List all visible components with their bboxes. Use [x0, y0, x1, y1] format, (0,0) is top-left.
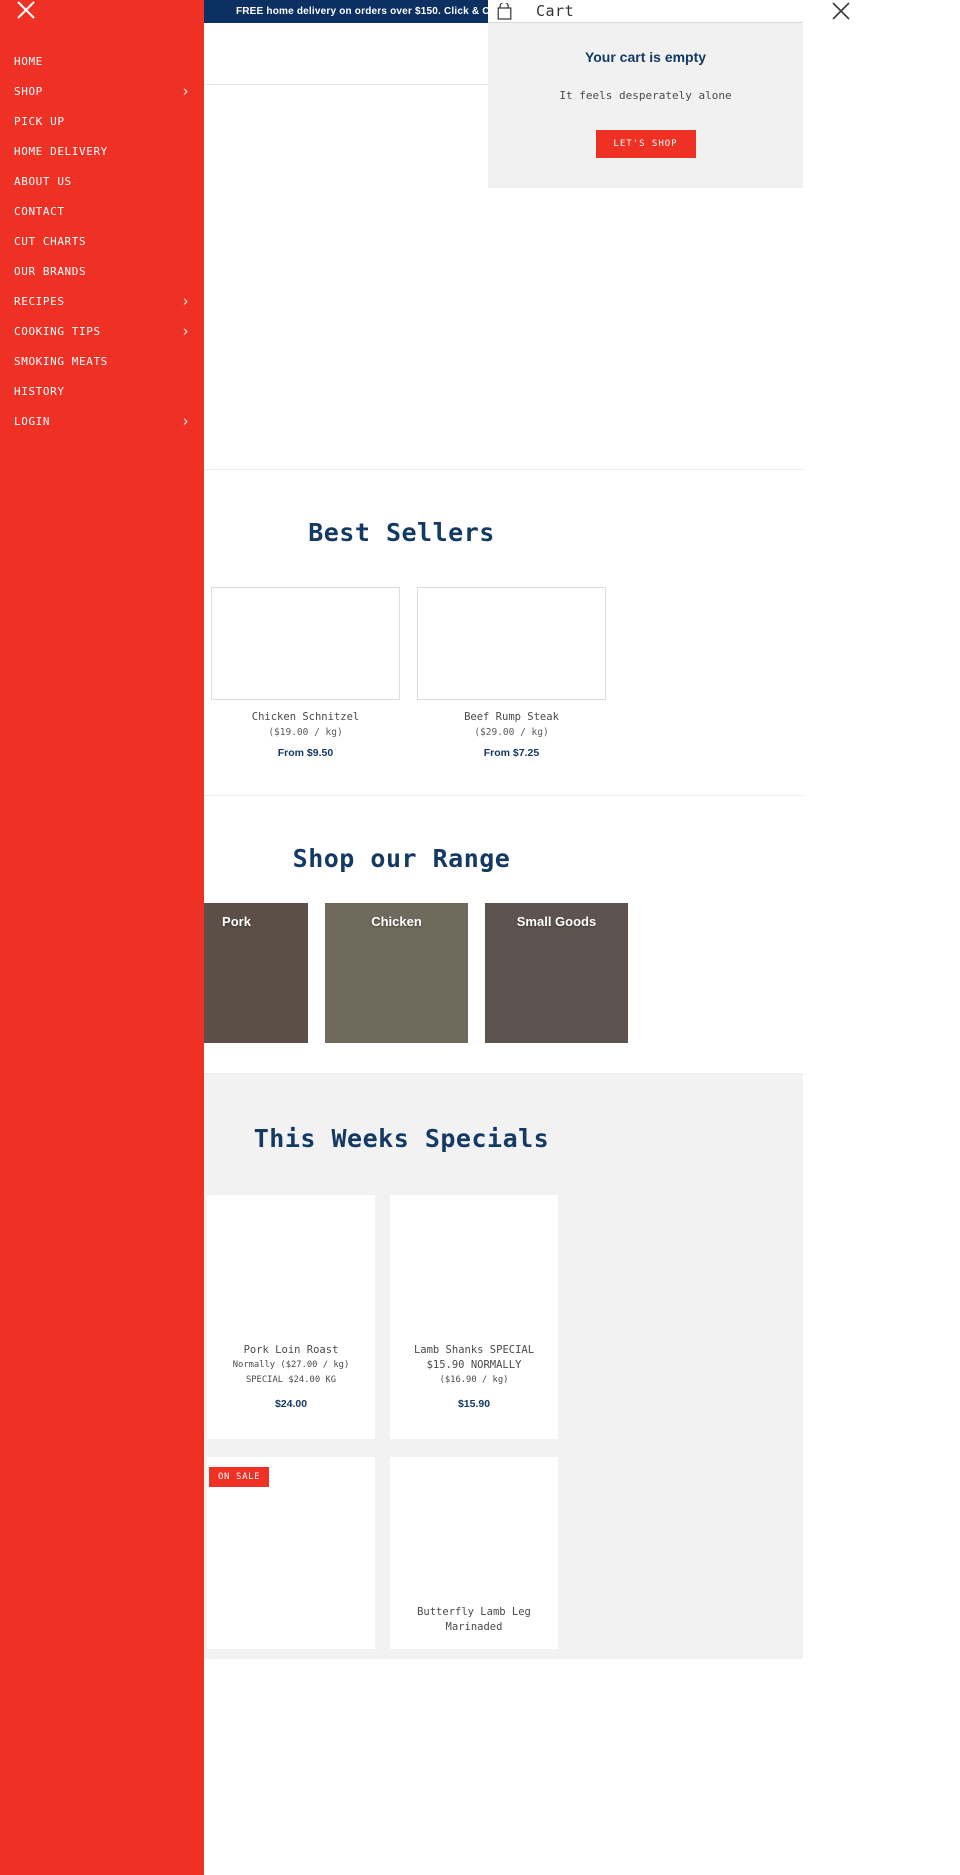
special-subtitle: Normally ($27.00 / kg) SPECIAL $24.00 KG — [232, 1360, 350, 1385]
category-label: Small Goods — [516, 914, 597, 929]
product-card[interactable]: Beef Rump Steak <br><small>($29.00 / kg)… — [417, 587, 606, 759]
sidebar-item-login[interactable]: LOGIN › — [0, 406, 204, 436]
special-price: $15.90 — [457, 1398, 491, 1410]
special-price: $24.00 — [274, 1398, 308, 1410]
sidebar-item-label: SMOKING MEATS — [14, 354, 108, 368]
product-unit-price: ($29.00 / kg) — [474, 727, 549, 738]
category-tile-small-goods[interactable]: Small Goods — [485, 903, 628, 1043]
broken-image-alt-text: Beef Rump Steak <br><small>($29.00 / kg)… — [420, 587, 606, 588]
broken-image-alt-text: Chicken Schnitzel <br><small>($19.00 / k… — [214, 587, 400, 588]
sidebar-item-label: SHOP — [14, 84, 43, 98]
sidebar-item-label: OUR BRANDS — [14, 264, 87, 278]
chevron-right-icon[interactable]: › — [183, 83, 188, 100]
special-card[interactable]: Pork Loin Roast Normally ($27.00 / kg) S… — [207, 1195, 375, 1439]
special-subtitle: ($16.90 / kg) — [439, 1375, 509, 1385]
special-thumbnail[interactable] — [207, 1195, 375, 1343]
sidebar-item-cooking-tips[interactable]: COOKING TIPS › — [0, 316, 204, 346]
category-label: Pork — [222, 914, 251, 929]
product-thumbnail[interactable]: Beef Rump Steak <br><small>($29.00 / kg)… — [417, 587, 606, 700]
chevron-right-icon[interactable]: › — [183, 413, 188, 430]
cart-header: Cart — [488, 0, 850, 23]
special-name: Pork Loin Roast — [243, 1344, 339, 1356]
category-tile-chicken[interactable]: Chicken — [325, 903, 468, 1043]
cart-title: Cart — [536, 2, 575, 20]
close-icon[interactable] — [14, 0, 38, 22]
sidebar-item-pick-up[interactable]: PICK UP — [0, 106, 204, 136]
product-price: From $7.25 — [483, 747, 540, 759]
sidebar-item-label: ABOUT US — [14, 174, 72, 188]
sidebar-item-label: HISTORY — [14, 384, 65, 398]
sidebar-item-recipes[interactable]: RECIPES › — [0, 286, 204, 316]
page-right-gutter — [803, 0, 960, 1875]
special-name: Butterfly Lamb Leg Marinaded — [417, 1606, 531, 1633]
category-label: Chicken — [371, 914, 422, 929]
special-name: Lamb Shanks SPECIAL $15.90 NORMALLY — [413, 1344, 535, 1371]
cart-body: Your cart is empty It feels desperately … — [488, 23, 803, 188]
special-card[interactable]: Butterfly Lamb Leg Marinaded — [390, 1457, 558, 1649]
sidebar-item-cut-charts[interactable]: CUT CHARTS — [0, 226, 204, 256]
product-price-row: From $7.25 — [417, 747, 606, 759]
product-price-row: From $9.50 — [211, 747, 400, 759]
on-sale-badge: ON SALE — [209, 1467, 270, 1487]
sidebar-item-shop[interactable]: SHOP › — [0, 76, 204, 106]
sidebar-item-label: CUT CHARTS — [14, 234, 87, 248]
sidebar-item-home-delivery[interactable]: HOME DELIVERY — [0, 136, 204, 166]
close-icon[interactable] — [826, 0, 856, 22]
sidebar-item-about-us[interactable]: ABOUT US — [0, 166, 204, 196]
product-unit-price: ($19.00 / kg) — [268, 727, 343, 738]
sidebar-item-label: COOKING TIPS — [14, 324, 101, 338]
product-price: From $9.50 — [277, 747, 334, 759]
sidebar-item-home[interactable]: HOME — [0, 46, 204, 76]
special-thumbnail[interactable] — [390, 1457, 558, 1605]
sidebar-item-history[interactable]: HISTORY — [0, 376, 204, 406]
sidebar-item-contact[interactable]: CONTACT — [0, 196, 204, 226]
cart-empty-title: Your cart is empty — [584, 49, 707, 65]
special-price-row: $24.00 — [207, 1398, 375, 1410]
product-name: Chicken Schnitzel — [251, 711, 360, 723]
shopping-bag-icon — [488, 2, 514, 20]
sidebar-item-label: LOGIN — [14, 414, 51, 428]
product-card[interactable]: Chicken Schnitzel <br><small>($19.00 / k… — [211, 587, 400, 759]
sidebar-item-our-brands[interactable]: OUR BRANDS — [0, 256, 204, 286]
cart-drawer: Cart Your cart is empty It feels despera… — [488, 0, 850, 188]
chevron-right-icon[interactable]: › — [183, 293, 188, 310]
sidebar-item-label: HOME — [14, 54, 43, 68]
product-thumbnail[interactable]: Chicken Schnitzel <br><small>($19.00 / k… — [211, 587, 400, 700]
mobile-nav-drawer: HOME SHOP › PICK UP HOME DELIVERY ABOUT … — [0, 0, 204, 1875]
chevron-right-icon[interactable]: › — [183, 323, 188, 340]
sidebar-item-label: HOME DELIVERY — [14, 144, 108, 158]
lets-shop-button[interactable]: LET'S SHOP — [595, 130, 696, 158]
sidebar-item-label: RECIPES — [14, 294, 65, 308]
page-root: FREE home delivery on orders over $150. … — [0, 0, 960, 1875]
special-thumbnail[interactable] — [390, 1195, 558, 1343]
sidebar-item-label: PICK UP — [14, 114, 65, 128]
special-card[interactable]: ON SALE — [207, 1457, 375, 1649]
special-thumbnail[interactable]: ON SALE — [207, 1457, 375, 1605]
special-price-row: $15.90 — [390, 1398, 558, 1410]
sidebar-item-label: CONTACT — [14, 204, 65, 218]
special-card[interactable]: Lamb Shanks SPECIAL $15.90 NORMALLY ($16… — [390, 1195, 558, 1439]
product-name: Beef Rump Steak — [464, 711, 559, 723]
drawer-nav-list: HOME SHOP › PICK UP HOME DELIVERY ABOUT … — [0, 0, 204, 436]
cart-empty-subtitle: It feels desperately alone — [559, 89, 732, 102]
sidebar-item-smoking-meats[interactable]: SMOKING MEATS — [0, 346, 204, 376]
